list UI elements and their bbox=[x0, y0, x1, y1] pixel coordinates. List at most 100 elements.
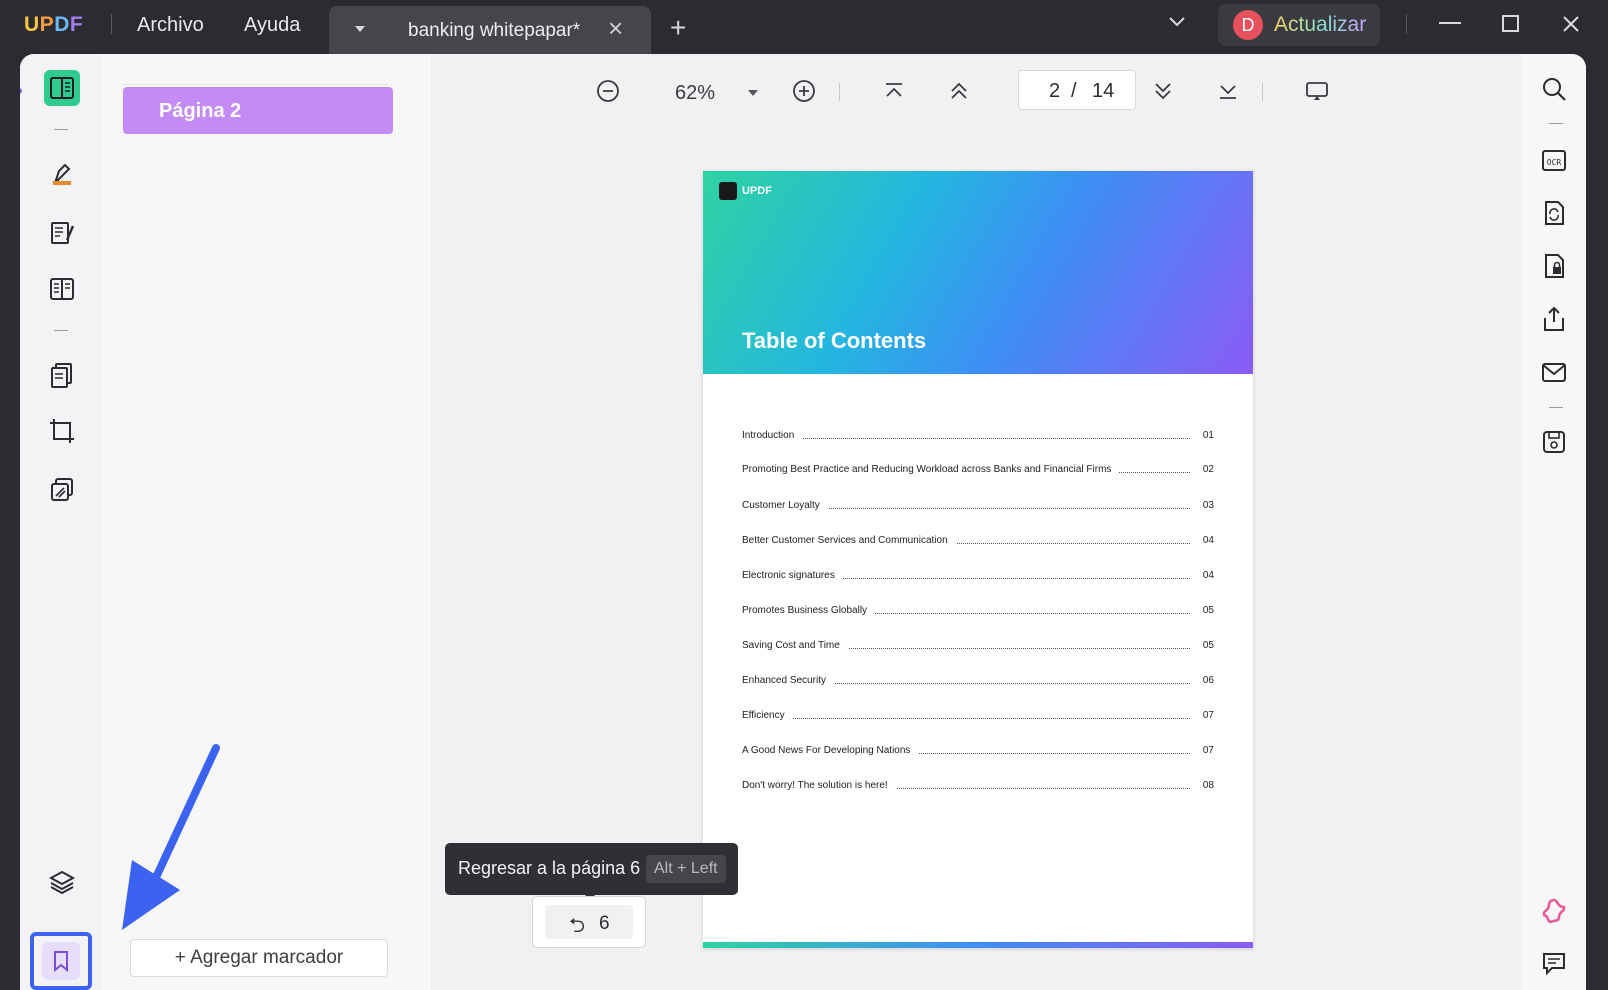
organize-pages-icon[interactable] bbox=[44, 357, 80, 393]
toc-page: 02 bbox=[1202, 464, 1214, 475]
menu-archivo[interactable]: Archivo bbox=[137, 14, 204, 37]
page-header-banner: UPDF Table of Contents bbox=[703, 171, 1253, 374]
menu-ayuda[interactable]: Ayuda bbox=[244, 14, 300, 37]
panel-divider bbox=[122, 84, 388, 85]
zoom-in-icon[interactable] bbox=[791, 78, 817, 104]
zoom-dropdown-icon[interactable] bbox=[748, 90, 758, 96]
close-window-icon[interactable] bbox=[1562, 15, 1580, 33]
toc-page: 05 bbox=[1202, 640, 1214, 651]
toolbar-divider bbox=[1549, 407, 1563, 408]
chevron-down-icon[interactable] bbox=[1168, 16, 1186, 28]
toc-row[interactable]: Promotes Business Globally 05 bbox=[742, 605, 1214, 619]
maximize-icon[interactable] bbox=[1502, 15, 1520, 33]
back-to-page-button[interactable]: ⮌ 6 bbox=[532, 896, 646, 948]
current-page[interactable]: 2 bbox=[1049, 80, 1060, 103]
app-logo[interactable]: UPDF bbox=[24, 13, 83, 37]
document-viewer: 62% 2 / 14 UPDF Table of Contents Introd… bbox=[432, 54, 1522, 990]
document-tab[interactable]: banking whitepapar* × bbox=[329, 6, 651, 54]
toc-row[interactable]: Promoting Best Practice and Reducing Wor… bbox=[742, 464, 1214, 478]
reader-mode-icon[interactable] bbox=[44, 70, 80, 106]
next-page-icon[interactable] bbox=[1150, 78, 1176, 104]
toc-row[interactable]: Don't worry! The solution is here! 08 bbox=[742, 780, 1214, 794]
watermark-icon[interactable] bbox=[44, 472, 80, 508]
toc-leader bbox=[742, 718, 1190, 719]
active-indicator bbox=[20, 88, 22, 94]
share-icon[interactable] bbox=[1538, 303, 1570, 335]
toc-page: 04 bbox=[1202, 570, 1214, 581]
convert-icon[interactable] bbox=[1538, 197, 1570, 229]
titlebar-divider bbox=[111, 14, 112, 34]
presentation-icon[interactable] bbox=[1304, 78, 1330, 104]
toolbar-divider bbox=[54, 129, 68, 130]
toc-row[interactable]: Efficiency 07 bbox=[742, 710, 1214, 724]
left-toolbar bbox=[20, 54, 102, 990]
bookmark-icon bbox=[42, 942, 80, 980]
zoom-level[interactable]: 62% bbox=[675, 82, 715, 105]
main-window: Página 2 + Agregar marcador 62% 2 / 14 U… bbox=[20, 54, 1586, 990]
toc-page: 08 bbox=[1202, 780, 1214, 791]
toc-row[interactable]: Better Customer Services and Communicati… bbox=[742, 535, 1214, 549]
page-separator: / bbox=[1071, 80, 1077, 102]
toc-row[interactable]: Introduction 01 bbox=[742, 430, 1214, 444]
layers-icon[interactable] bbox=[44, 864, 80, 900]
edit-pdf-icon[interactable] bbox=[44, 215, 80, 251]
document-brand: UPDF bbox=[719, 182, 772, 200]
new-tab-icon[interactable]: + bbox=[670, 14, 686, 42]
last-page-icon[interactable] bbox=[1215, 78, 1241, 104]
first-page-icon[interactable] bbox=[881, 78, 907, 104]
toc-entry: Customer Loyalty bbox=[742, 500, 828, 511]
toc-page: 03 bbox=[1202, 500, 1214, 511]
toc-entry: A Good News For Developing Nations bbox=[742, 745, 919, 756]
comment-icon[interactable] bbox=[1538, 947, 1570, 979]
search-icon[interactable] bbox=[1538, 73, 1570, 105]
highlighter-icon[interactable] bbox=[44, 156, 80, 192]
toc-page: 05 bbox=[1202, 605, 1214, 616]
toc-page: 06 bbox=[1202, 675, 1214, 686]
toolbar-divider bbox=[1549, 123, 1563, 124]
page-title: Table of Contents bbox=[742, 328, 927, 353]
avatar: D bbox=[1233, 10, 1263, 40]
toc-row[interactable]: Customer Loyalty 03 bbox=[742, 500, 1214, 514]
page-number-input[interactable]: 2 / 14 bbox=[1018, 70, 1136, 110]
crop-icon[interactable] bbox=[44, 413, 80, 449]
protect-icon[interactable] bbox=[1538, 250, 1570, 282]
toolbar-divider bbox=[839, 83, 840, 101]
save-icon[interactable] bbox=[1538, 426, 1570, 458]
minimize-icon[interactable] bbox=[1439, 22, 1461, 26]
document-brand-text: UPDF bbox=[742, 185, 772, 197]
back-tooltip: Regresar a la página 6 Alt + Left bbox=[445, 843, 738, 900]
bookmark-item[interactable]: Página 2 bbox=[123, 87, 393, 134]
toc-row[interactable]: Electronic signatures 04 bbox=[742, 570, 1214, 584]
back-page-number: 6 bbox=[599, 913, 610, 934]
svg-text:OCR: OCR bbox=[1547, 158, 1562, 167]
ai-assistant-icon[interactable] bbox=[1538, 895, 1570, 927]
bookmarks-panel-button[interactable] bbox=[30, 932, 92, 990]
zoom-out-icon[interactable] bbox=[595, 78, 621, 104]
undo-arrow-icon: ⮌ bbox=[569, 915, 586, 937]
add-bookmark-button[interactable]: + Agregar marcador bbox=[130, 939, 388, 977]
toolbar-divider bbox=[1262, 83, 1263, 101]
toc-row[interactable]: Saving Cost and Time 05 bbox=[742, 640, 1214, 654]
tab-dropdown-icon[interactable] bbox=[355, 26, 365, 32]
toc-page: 01 bbox=[1202, 430, 1214, 441]
form-icon[interactable] bbox=[44, 271, 80, 307]
toc-row[interactable]: Enhanced Security 06 bbox=[742, 675, 1214, 689]
toc-entry: Electronic signatures bbox=[742, 570, 843, 581]
total-pages: 14 bbox=[1092, 80, 1115, 102]
upgrade-button[interactable]: D Actualizar bbox=[1218, 4, 1380, 46]
right-toolbar: OCR bbox=[1522, 54, 1586, 990]
toc-entry: Promotes Business Globally bbox=[742, 605, 876, 616]
upgrade-label: Actualizar bbox=[1274, 13, 1367, 36]
previous-page-icon[interactable] bbox=[946, 78, 972, 104]
toc-row[interactable]: A Good News For Developing Nations 07 bbox=[742, 745, 1214, 759]
toc-entry: Don't worry! The solution is here! bbox=[742, 780, 896, 791]
tab-close-icon[interactable]: × bbox=[608, 15, 623, 41]
toc-leader bbox=[742, 438, 1190, 439]
ocr-icon[interactable]: OCR bbox=[1538, 144, 1570, 176]
tooltip-text: Regresar a la página 6 bbox=[458, 858, 641, 878]
tooltip-shortcut: Alt + Left bbox=[646, 855, 726, 883]
back-button-inner: ⮌ 6 bbox=[545, 905, 633, 939]
email-icon[interactable] bbox=[1538, 356, 1570, 388]
annotation-arrow-icon bbox=[122, 744, 220, 930]
toc-entry: Introduction bbox=[742, 430, 803, 441]
